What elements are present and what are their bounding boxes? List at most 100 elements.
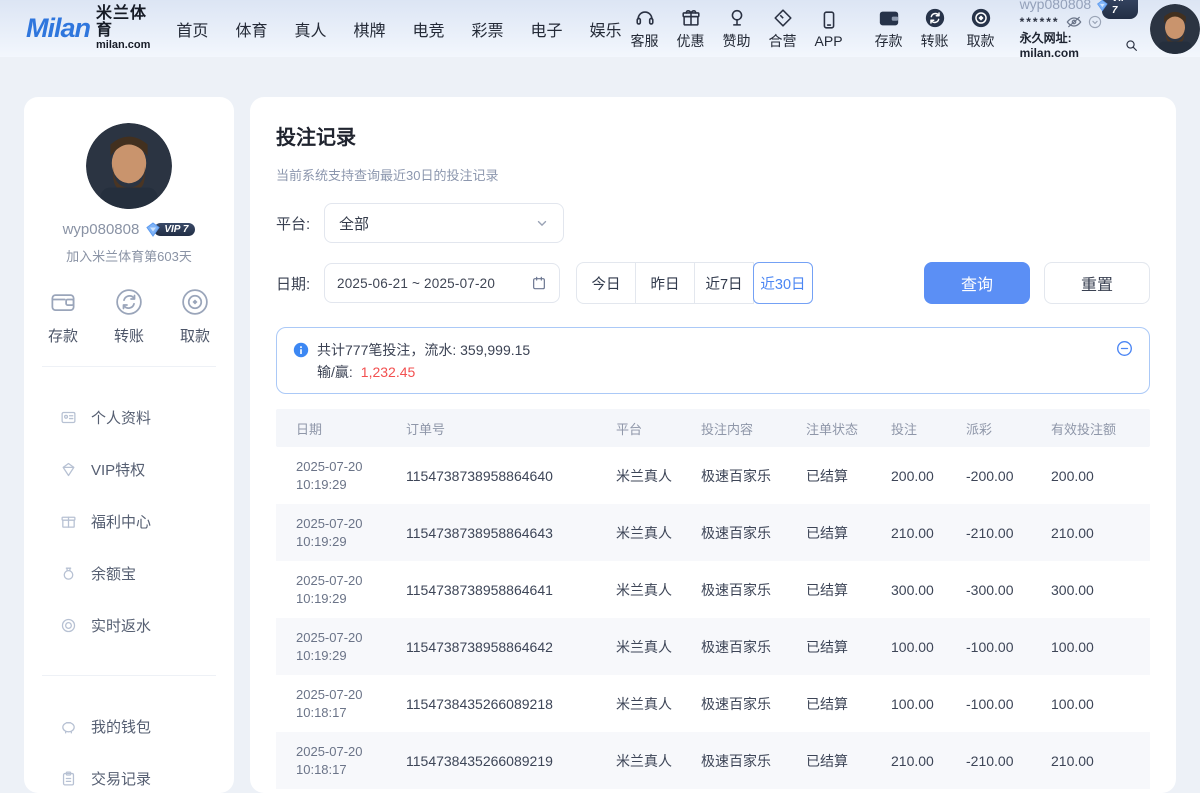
range-30days-button[interactable]: 近30日 [753, 262, 813, 304]
avatar[interactable] [1150, 4, 1200, 54]
sidebar-item-profile[interactable]: 个人资料 [36, 391, 222, 443]
cell-valid: 300.00 [1051, 582, 1150, 598]
sidebar-item-wallet[interactable]: 我的钱包 [36, 700, 222, 752]
app-label: APP [815, 33, 843, 49]
partner-link[interactable]: 合营 [769, 7, 797, 51]
chevron-circle-icon[interactable] [1088, 15, 1102, 29]
wallet-icon [48, 287, 78, 317]
range-7days-button[interactable]: 近7日 [694, 262, 754, 304]
sidebar-item-label: 福利中心 [91, 511, 151, 532]
transfer-icon [114, 287, 144, 317]
magnifier-icon[interactable] [1125, 39, 1138, 52]
medal-icon [726, 7, 748, 29]
sidebar-item-transactions[interactable]: 交易记录 [36, 752, 222, 793]
headset-icon [634, 7, 656, 29]
sidebar: wyp080808 VIP 7 加入米兰体育第603天 存款 [24, 97, 234, 793]
service-label: 客服 [631, 31, 659, 51]
nav-item[interactable]: 体育 [235, 17, 267, 41]
cell-payout: -210.00 [966, 753, 1051, 769]
sidebar-withdraw-action[interactable]: 取款 [180, 287, 210, 346]
app-link[interactable]: APP [815, 9, 843, 49]
divider [42, 675, 216, 676]
platform-value: 全部 [339, 213, 535, 234]
table-column-header: 订单号 [406, 419, 616, 438]
table-column-header: 投注 [891, 419, 966, 438]
sidebar-item-vip[interactable]: VIP特权 [36, 443, 222, 495]
summary-win-loss-value: 1,232.45 [361, 361, 416, 383]
summary-box: 共计777笔投注，流水: 359,999.15 输/赢: 1,232.45 [276, 327, 1150, 394]
withdraw-link[interactable]: 取款 [967, 7, 995, 51]
sidebar-avatar[interactable] [86, 123, 172, 209]
brand-logo[interactable]: Milan 米兰体育 milan.com [26, 6, 150, 51]
nav-item[interactable]: 首页 [176, 17, 208, 41]
cell-order: 1154738738958864640 [406, 468, 616, 484]
cell-bet: 210.00 [891, 525, 966, 541]
nav-item[interactable]: 电子 [531, 17, 563, 41]
sidebar-item-label: VIP特权 [91, 459, 145, 480]
cell-valid: 210.00 [1051, 753, 1150, 769]
page-title: 投注记录 [276, 121, 1150, 150]
nav-item[interactable]: 真人 [294, 17, 326, 41]
bet-records-table: 日期订单号平台投注内容注单状态投注派彩有效投注额 2025-07-20 10:1… [276, 409, 1150, 789]
site-url-text: 永久网址: milan.com [1020, 31, 1122, 61]
search-button[interactable]: 查询 [924, 262, 1030, 304]
nav-item[interactable]: 娱乐 [590, 17, 622, 41]
sponsor-label: 赞助 [723, 31, 751, 51]
withdraw-icon [970, 7, 992, 29]
sidebar-username: wyp080808 [63, 221, 140, 238]
top-header: Milan 米兰体育 milan.com 首页 体育 真人 棋牌 电竞 彩票 电子 娱乐 客服 [0, 0, 1200, 57]
sidebar-transfer-action[interactable]: 转账 [114, 287, 144, 346]
cell-bet: 100.00 [891, 696, 966, 712]
sidebar-menu-group1: 个人资料 VIP特权 福利中心 [24, 387, 234, 655]
table-body: 2025-07-20 10:19:291154738738958864640米兰… [276, 447, 1150, 789]
cell-bet: 300.00 [891, 582, 966, 598]
page-subtitle: 当前系统支持查询最近30日的投注记录 [276, 165, 1150, 184]
table-column-header: 注单状态 [806, 419, 891, 438]
cell-payout: -210.00 [966, 525, 1051, 541]
cell-status: 已结算 [806, 466, 891, 486]
service-link[interactable]: 客服 [631, 7, 659, 51]
vip-badge: VIP 7 [1096, 0, 1138, 13]
cell-platform: 米兰真人 [616, 694, 701, 714]
transfer-link[interactable]: 转账 [921, 7, 949, 51]
reset-button[interactable]: 重置 [1044, 262, 1150, 304]
summary-line2-label: 输/赢: [317, 361, 353, 383]
quick-range-group: 今日 昨日 近7日 近30日 [576, 262, 813, 304]
deposit-link[interactable]: 存款 [875, 7, 903, 51]
range-today-button[interactable]: 今日 [576, 262, 636, 304]
bet-records-panel: 投注记录 当前系统支持查询最近30日的投注记录 平台: 全部 日期: 2025-… [250, 97, 1176, 793]
sidebar-vip-badge: VIP 7 [145, 222, 195, 237]
date-range-input[interactable]: 2025-06-21 ~ 2025-07-20 [324, 263, 560, 303]
date-range-value: 2025-06-21 ~ 2025-07-20 [337, 276, 531, 291]
cell-valid: 210.00 [1051, 525, 1150, 541]
cell-payout: -200.00 [966, 468, 1051, 484]
cell-status: 已结算 [806, 580, 891, 600]
vip-diamond-icon [145, 222, 161, 237]
sidebar-deposit-action[interactable]: 存款 [48, 287, 78, 346]
eye-off-icon[interactable] [1066, 15, 1082, 29]
sidebar-item-yuebao[interactable]: 余额宝 [36, 547, 222, 599]
sidebar-deposit-label: 存款 [48, 325, 78, 346]
main-nav: 首页 体育 真人 棋牌 电竞 彩票 电子 娱乐 [176, 17, 621, 41]
sidebar-item-rebate[interactable]: 实时返水 [36, 599, 222, 651]
cell-content: 极速百家乐 [701, 637, 806, 657]
logo-script-text: Milan [26, 13, 90, 44]
collapse-icon[interactable] [1116, 340, 1133, 357]
promo-link[interactable]: 优惠 [677, 7, 705, 51]
cell-content: 极速百家乐 [701, 580, 806, 600]
cell-platform: 米兰真人 [616, 637, 701, 657]
cell-content: 极速百家乐 [701, 751, 806, 771]
nav-item[interactable]: 电竞 [412, 17, 444, 41]
nav-item[interactable]: 彩票 [472, 17, 504, 41]
sidebar-item-welfare[interactable]: 福利中心 [36, 495, 222, 547]
cell-bet: 100.00 [891, 639, 966, 655]
nav-item[interactable]: 棋牌 [353, 17, 385, 41]
range-yesterday-button[interactable]: 昨日 [635, 262, 695, 304]
header-username: wyp080808 [1020, 0, 1092, 14]
cell-platform: 米兰真人 [616, 751, 701, 771]
platform-select[interactable]: 全部 [324, 203, 564, 243]
cell-order: 1154738738958864642 [406, 639, 616, 655]
chevron-down-icon [535, 216, 549, 230]
sponsor-link[interactable]: 赞助 [723, 7, 751, 51]
sidebar-item-label: 我的钱包 [91, 716, 151, 737]
